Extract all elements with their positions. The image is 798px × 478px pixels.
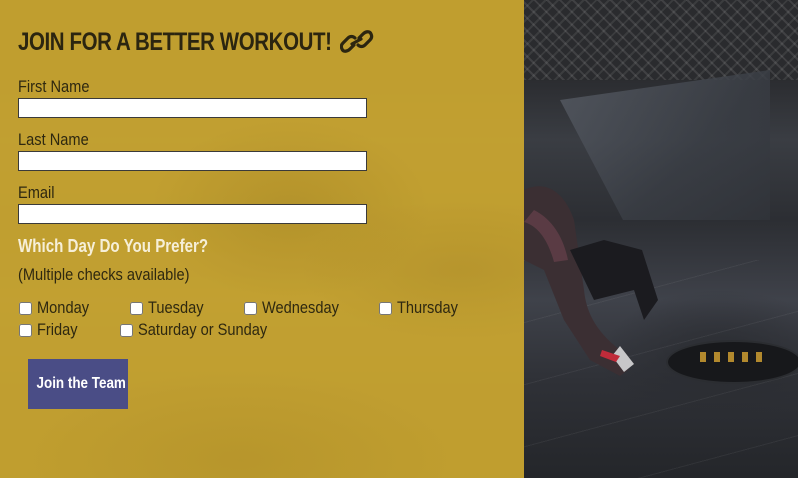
thursday-checkbox[interactable] [379,301,392,315]
tuesday-label: Tuesday [148,298,204,317]
day-preference-note: (Multiple checks available) [18,265,190,284]
form-title: JOIN FOR A BETTER WORKOUT! [18,27,332,56]
photo-athlete [524,186,658,376]
link-icon[interactable] [340,28,374,56]
day-option-thursday[interactable]: Thursday [378,298,468,318]
friday-checkbox[interactable] [19,323,32,337]
first-name-label: First Name [18,77,90,96]
join-team-button[interactable]: Join the Team [28,359,128,409]
signup-form: JOIN FOR A BETTER WORKOUT! First Name La… [18,22,518,342]
weekend-checkbox[interactable] [120,323,133,337]
email-input[interactable] [18,204,367,224]
day-checkbox-group: Monday Tuesday Wednesday Thursday Friday… [18,298,518,342]
thursday-label: Thursday [397,298,458,317]
day-option-tuesday[interactable]: Tuesday [129,298,213,318]
monday-checkbox[interactable] [19,301,32,315]
wednesday-checkbox[interactable] [244,301,257,315]
photo-ceiling [524,0,798,80]
day-option-friday[interactable]: Friday [18,320,84,340]
tuesday-checkbox[interactable] [130,301,143,315]
monday-label: Monday [37,298,90,317]
friday-label: Friday [37,320,78,339]
photo-plate-marks [700,352,770,362]
day-option-monday[interactable]: Monday [18,298,97,318]
day-option-wednesday[interactable]: Wednesday [243,298,351,318]
wednesday-label: Wednesday [262,298,339,317]
last-name-label: Last Name [18,130,89,149]
weekend-label: Saturday or Sunday [138,320,268,339]
form-title-row: JOIN FOR A BETTER WORKOUT! [18,22,518,62]
last-name-input[interactable] [18,151,367,171]
email-label: Email [18,183,55,202]
day-preference-heading: Which Day Do You Prefer? [18,236,209,256]
day-option-weekend[interactable]: Saturday or Sunday [119,320,288,340]
first-name-input[interactable] [18,98,367,118]
join-team-button-label: Join the Team [36,375,126,392]
page: JOIN FOR A BETTER WORKOUT! First Name La… [0,0,798,478]
photo-weight-plate [666,340,798,384]
